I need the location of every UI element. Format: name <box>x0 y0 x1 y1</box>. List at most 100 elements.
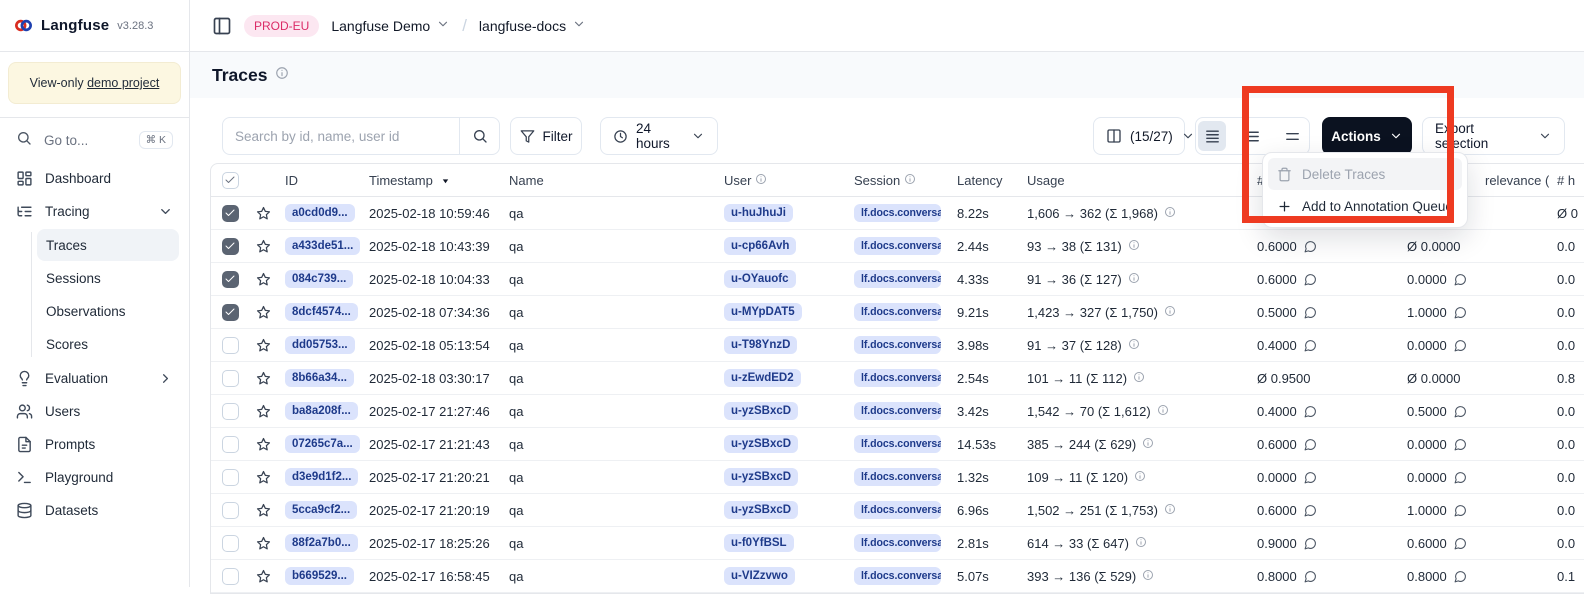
trace-id-badge[interactable]: 07265c7a... <box>285 435 360 453</box>
row-checkbox[interactable] <box>222 502 239 519</box>
user-badge[interactable]: u-VIZzvwo <box>724 567 795 585</box>
user-badge[interactable]: u-cp66Avh <box>724 237 796 255</box>
bookmark-star-icon[interactable] <box>256 371 271 386</box>
trace-id-badge[interactable]: b669529... <box>285 567 354 585</box>
user-badge[interactable]: u-OYauofc <box>724 270 796 288</box>
session-badge[interactable]: lf.docs.conversation... <box>854 303 941 321</box>
session-badge[interactable]: lf.docs.conversation... <box>854 204 941 222</box>
search-icon[interactable] <box>459 118 499 154</box>
sidebar-item-evaluation[interactable]: Evaluation <box>0 362 189 395</box>
trace-id-badge[interactable]: 8dcf4574... <box>285 303 358 321</box>
trace-id-badge[interactable]: a0cd0d9... <box>285 204 355 222</box>
table-row[interactable]: 07265c7a... 2025-02-17 21:21:43 qa u-yzS… <box>211 428 1584 461</box>
sidebar-item-observations[interactable]: Observations <box>37 295 179 327</box>
column-header-edge[interactable]: # h <box>1549 173 1584 188</box>
table-row[interactable]: 88f2a7b0... 2025-02-17 18:25:26 qa u-f0Y… <box>211 527 1584 560</box>
trace-id-badge[interactable]: d3e9d1f2... <box>285 468 358 486</box>
search-input[interactable]: Search by id, name, user id <box>222 117 500 155</box>
user-badge[interactable]: u-f0YfBSL <box>724 534 794 552</box>
row-checkbox[interactable] <box>222 535 239 552</box>
bookmark-star-icon[interactable] <box>256 305 271 320</box>
trace-id-badge[interactable]: 88f2a7b0... <box>285 534 358 552</box>
row-checkbox[interactable] <box>222 469 239 486</box>
row-height-medium-button[interactable] <box>1238 121 1266 151</box>
session-badge[interactable]: lf.docs.conversation... <box>854 501 941 519</box>
column-visibility-button[interactable]: (15/27) <box>1093 117 1185 155</box>
table-row[interactable]: dd05753... 2025-02-18 05:13:54 qa u-T98Y… <box>211 329 1584 362</box>
column-header-latency[interactable]: Latency <box>949 173 1019 188</box>
session-badge[interactable]: lf.docs.conversation... <box>854 336 941 354</box>
table-row[interactable]: 084c739... 2025-02-18 10:04:33 qa u-OYau… <box>211 263 1584 296</box>
user-badge[interactable]: u-MYpDAT5 <box>724 303 802 321</box>
sidebar-item-sessions[interactable]: Sessions <box>37 262 179 294</box>
bookmark-star-icon[interactable] <box>256 206 271 221</box>
row-checkbox[interactable] <box>222 337 239 354</box>
goto-button[interactable]: Go to... ⌘ K <box>0 118 189 162</box>
row-checkbox[interactable] <box>222 370 239 387</box>
row-checkbox[interactable] <box>222 205 239 222</box>
column-header-relevance[interactable]: relevance (... <box>1477 173 1549 188</box>
sidebar-item-dashboard[interactable]: Dashboard <box>0 162 189 195</box>
org-switcher[interactable]: Langfuse Demo <box>331 17 450 34</box>
trace-id-badge[interactable]: 5cca9cf2... <box>285 501 357 519</box>
actions-button[interactable]: Actions <box>1322 117 1412 155</box>
trace-id-badge[interactable]: 8b66a34... <box>285 369 354 387</box>
menu-item-delete-traces[interactable]: Delete Traces <box>1268 158 1462 190</box>
project-switcher[interactable]: langfuse-docs <box>479 17 586 34</box>
row-checkbox[interactable] <box>222 568 239 585</box>
bookmark-star-icon[interactable] <box>256 536 271 551</box>
session-badge[interactable]: lf.docs.conversation... <box>854 567 941 585</box>
bookmark-star-icon[interactable] <box>256 569 271 584</box>
row-checkbox[interactable] <box>222 238 239 255</box>
table-row[interactable]: b669529... 2025-02-17 16:58:45 qa u-VIZz… <box>211 560 1584 593</box>
trace-id-badge[interactable]: ba8a208f... <box>285 402 358 420</box>
session-badge[interactable]: lf.docs.conversation... <box>854 270 941 288</box>
column-header-name[interactable]: Name <box>501 173 716 188</box>
filter-button[interactable]: Filter <box>510 117 582 155</box>
user-badge[interactable]: u-yzSBxcD <box>724 501 798 519</box>
bookmark-star-icon[interactable] <box>256 404 271 419</box>
sidebar-toggle-button[interactable] <box>212 16 232 36</box>
user-badge[interactable]: u-zEwdED2 <box>724 369 801 387</box>
row-checkbox[interactable] <box>222 271 239 288</box>
bookmark-star-icon[interactable] <box>256 470 271 485</box>
session-badge[interactable]: lf.docs.conversation... <box>854 435 941 453</box>
table-row[interactable]: d3e9d1f2... 2025-02-17 21:20:21 qa u-yzS… <box>211 461 1584 494</box>
bookmark-star-icon[interactable] <box>256 338 271 353</box>
user-badge[interactable]: u-T98YnzD <box>724 336 797 354</box>
bookmark-star-icon[interactable] <box>256 503 271 518</box>
sidebar-item-datasets[interactable]: Datasets <box>0 494 189 527</box>
table-row[interactable]: ba8a208f... 2025-02-17 21:27:46 qa u-yzS… <box>211 395 1584 428</box>
sidebar-item-playground[interactable]: Playground <box>0 461 189 494</box>
trace-id-badge[interactable]: dd05753... <box>285 336 355 354</box>
select-all-checkbox[interactable] <box>222 172 239 189</box>
time-range-button[interactable]: 24 hours <box>600 117 718 155</box>
bookmark-star-icon[interactable] <box>256 437 271 452</box>
table-row[interactable]: a433de51... 2025-02-18 10:43:39 qa u-cp6… <box>211 230 1584 263</box>
user-badge[interactable]: u-yzSBxcD <box>724 402 798 420</box>
bookmark-star-icon[interactable] <box>256 239 271 254</box>
demo-project-link[interactable]: demo project <box>87 76 159 90</box>
export-selection-button[interactable]: Export selection <box>1422 117 1565 155</box>
row-checkbox[interactable] <box>222 403 239 420</box>
session-badge[interactable]: lf.docs.conversation... <box>854 534 941 552</box>
user-badge[interactable]: u-yzSBxcD <box>724 468 798 486</box>
sidebar-item-users[interactable]: Users <box>0 395 189 428</box>
trace-id-badge[interactable]: a433de51... <box>285 237 360 255</box>
column-header-usage[interactable]: Usage <box>1019 173 1249 188</box>
user-badge[interactable]: u-yzSBxcD <box>724 435 798 453</box>
row-checkbox[interactable] <box>222 436 239 453</box>
sidebar-item-traces[interactable]: Traces <box>37 229 179 261</box>
bookmark-star-icon[interactable] <box>256 272 271 287</box>
table-row[interactable]: 8b66a34... 2025-02-18 03:30:17 qa u-zEwd… <box>211 362 1584 395</box>
user-badge[interactable]: u-huJhuJi <box>724 204 793 222</box>
menu-item-add-to-annotation-queue[interactable]: Add to Annotation Queue <box>1268 190 1462 222</box>
session-badge[interactable]: lf.docs.conversation... <box>854 402 941 420</box>
table-row[interactable]: 8dcf4574... 2025-02-18 07:34:36 qa u-MYp… <box>211 296 1584 329</box>
row-height-large-button[interactable] <box>1279 121 1307 151</box>
row-height-small-button[interactable] <box>1198 121 1226 151</box>
sidebar-item-tracing[interactable]: Tracing <box>0 195 189 228</box>
table-row[interactable]: 5cca9cf2... 2025-02-17 21:20:19 qa u-yzS… <box>211 494 1584 527</box>
session-badge[interactable]: lf.docs.conversation... <box>854 369 941 387</box>
column-header-session[interactable]: Session <box>846 173 949 188</box>
